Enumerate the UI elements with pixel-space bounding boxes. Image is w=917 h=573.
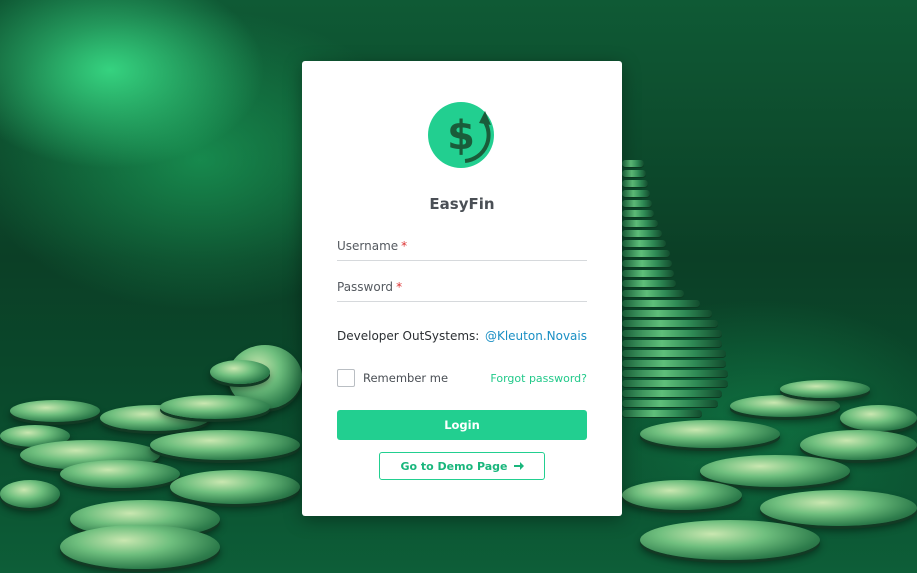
- app-title: EasyFin: [429, 195, 495, 213]
- remember-label: Remember me: [363, 371, 449, 385]
- forgot-password-link[interactable]: Forgot password?: [490, 372, 587, 385]
- remember-checkbox[interactable]: [337, 369, 355, 387]
- remember-me[interactable]: Remember me: [337, 369, 448, 387]
- username-field[interactable]: Username *: [337, 236, 591, 261]
- password-input[interactable]: [337, 277, 591, 301]
- svg-text:$: $: [447, 113, 475, 159]
- developer-label: Developer OutSystems:: [337, 329, 480, 343]
- login-button[interactable]: Login: [337, 410, 587, 440]
- developer-link[interactable]: @Kleuton.Novais: [485, 329, 587, 343]
- password-field[interactable]: Password *: [337, 277, 591, 302]
- username-input[interactable]: [337, 236, 591, 260]
- demo-page-button[interactable]: Go to Demo Page: [379, 452, 545, 480]
- dollar-refresh-icon: $: [425, 97, 501, 173]
- developer-credit: Developer OutSystems: @Kleuton.Novais: [337, 329, 587, 343]
- demo-button-label: Go to Demo Page: [400, 459, 508, 473]
- arrow-right-icon: [513, 462, 524, 470]
- login-card: $ EasyFin Username * Password * Developer …: [302, 61, 622, 516]
